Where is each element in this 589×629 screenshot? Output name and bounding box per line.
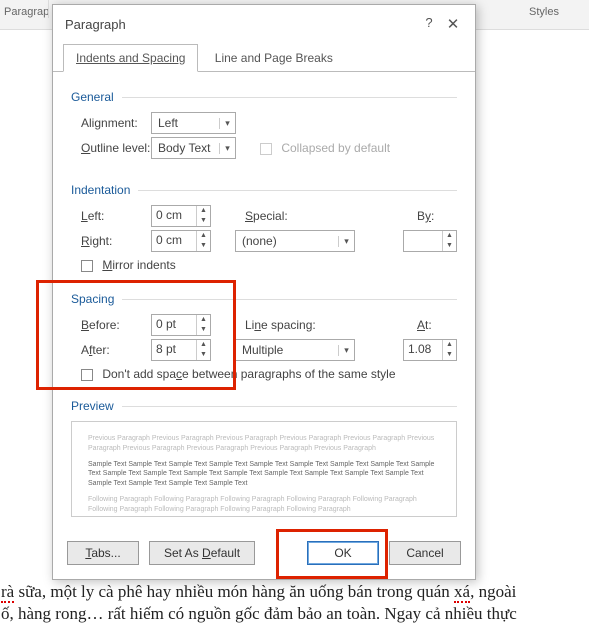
outline-value: Body Text	[152, 141, 219, 155]
section-rule	[138, 190, 457, 191]
text-span: rà	[1, 582, 14, 603]
spinner-arrows-icon[interactable]: ▲▼	[442, 231, 456, 251]
no-space-label: Don't add space between paragraphs of th…	[102, 367, 395, 381]
titlebar: Paragraph ? ✕	[53, 5, 475, 39]
collapsed-checkbox: Collapsed by default	[260, 141, 390, 155]
spinner-arrows-icon[interactable]: ▲▼	[442, 340, 456, 360]
collapsed-label: Collapsed by default	[281, 141, 390, 155]
section-spacing: Spacing	[71, 292, 457, 306]
special-label: Special:	[235, 209, 325, 223]
outline-label: Outline level:	[71, 141, 151, 155]
text-span: xá	[454, 582, 470, 603]
help-button[interactable]: ?	[417, 15, 441, 33]
line-spacing-label: Line spacing:	[235, 318, 325, 332]
no-space-checkbox[interactable]: Don't add space between paragraphs of th…	[71, 367, 396, 381]
spinner-arrows-icon[interactable]: ▲▼	[196, 231, 210, 251]
tab-indents-spacing[interactable]: Indents and Spacing	[63, 44, 198, 72]
set-default-button[interactable]: Set As Default	[149, 541, 255, 565]
checkbox-icon	[81, 260, 93, 272]
preview-prev: Previous Paragraph Previous Paragraph Pr…	[88, 434, 440, 454]
section-header: Spacing	[71, 292, 114, 306]
tab-line-page-breaks[interactable]: Line and Page Breaks	[202, 44, 346, 71]
tab-label: Line and Page Breaks	[215, 51, 333, 65]
section-rule	[122, 97, 457, 98]
spinner-arrows-icon[interactable]: ▲▼	[196, 340, 210, 360]
line-spacing-combo[interactable]: Multiple ▾	[235, 339, 355, 361]
special-combo[interactable]: (none) ▾	[235, 230, 355, 252]
text-span: ố, hàng rong… rất hiếm có nguồn gốc đảm …	[1, 604, 517, 623]
before-value: 0 pt	[152, 315, 196, 335]
chevron-down-icon: ▾	[219, 143, 235, 154]
dialog-body: General Alignment: Left ▾ Outline level:…	[53, 72, 475, 533]
after-spinner[interactable]: 8 pt ▲▼	[151, 339, 211, 361]
by-spinner[interactable]: ▲▼	[403, 230, 457, 252]
ribbon-group-paragraph: Paragrap	[4, 6, 49, 18]
before-spinner[interactable]: 0 pt ▲▼	[151, 314, 211, 336]
preview-follow: Following Paragraph Following Paragraph …	[88, 495, 440, 515]
preview-sample: Sample Text Sample Text Sample Text Samp…	[88, 460, 440, 489]
ok-button[interactable]: OK	[307, 541, 379, 565]
ribbon-group-styles: Styles	[529, 6, 559, 18]
spinner-arrows-icon[interactable]: ▲▼	[196, 315, 210, 335]
after-label: After:	[71, 343, 151, 357]
section-rule	[122, 299, 457, 300]
by-label: By:	[407, 209, 457, 223]
checkbox-icon	[81, 369, 93, 381]
at-spinner[interactable]: 1.08 ▲▼	[403, 339, 457, 361]
chevron-down-icon: ▾	[219, 118, 235, 129]
outline-combo[interactable]: Body Text ▾	[151, 137, 236, 159]
tab-label: Indents and Spacing	[76, 51, 185, 65]
right-indent-value: 0 cm	[152, 231, 196, 251]
spinner-arrows-icon[interactable]: ▲▼	[196, 206, 210, 226]
tab-strip: Indents and Spacing Line and Page Breaks	[53, 43, 475, 72]
ribbon-divider	[48, 0, 49, 18]
alignment-combo[interactable]: Left ▾	[151, 112, 236, 134]
section-header: Indentation	[71, 183, 130, 197]
chevron-down-icon: ▾	[338, 236, 354, 247]
at-value: 1.08	[404, 340, 442, 360]
at-label: At:	[407, 318, 457, 332]
after-value: 8 pt	[152, 340, 196, 360]
mirror-label: Mirror indents	[102, 258, 175, 272]
left-indent-value: 0 cm	[152, 206, 196, 226]
section-general: General	[71, 90, 457, 104]
section-header: Preview	[71, 399, 114, 413]
paragraph-dialog: Paragraph ? ✕ Indents and Spacing Line a…	[52, 4, 476, 580]
dialog-title: Paragraph	[65, 17, 417, 32]
document-text[interactable]: rà sữa, một ly cà phê hay nhiều món hàng…	[1, 581, 588, 625]
text-span: , ngoài	[470, 582, 516, 601]
close-button[interactable]: ✕	[441, 15, 465, 33]
button-row: Tabs... Set As Default OK Cancel	[53, 533, 475, 579]
right-indent-spinner[interactable]: 0 cm ▲▼	[151, 230, 211, 252]
line-spacing-value: Multiple	[236, 343, 338, 357]
by-value	[404, 231, 442, 251]
chevron-down-icon: ▾	[338, 345, 354, 356]
right-indent-label: Right:	[71, 234, 151, 248]
text-span: sữa, một ly cà phê hay nhiều món hàng ăn…	[14, 582, 454, 601]
special-value: (none)	[236, 234, 338, 248]
checkbox-icon	[260, 143, 272, 155]
section-preview: Preview	[71, 399, 457, 413]
section-header: General	[71, 90, 114, 104]
section-rule	[122, 406, 457, 407]
left-indent-spinner[interactable]: 0 cm ▲▼	[151, 205, 211, 227]
preview-box: Previous Paragraph Previous Paragraph Pr…	[71, 421, 457, 517]
left-indent-label: Left:	[71, 209, 151, 223]
alignment-label: Alignment:	[71, 116, 151, 130]
mirror-indents-checkbox[interactable]: Mirror indents	[71, 258, 176, 272]
alignment-value: Left	[152, 116, 219, 130]
before-label: Before:	[71, 318, 151, 332]
cancel-button[interactable]: Cancel	[389, 541, 461, 565]
section-indentation: Indentation	[71, 183, 457, 197]
tabs-button[interactable]: Tabs...	[67, 541, 139, 565]
